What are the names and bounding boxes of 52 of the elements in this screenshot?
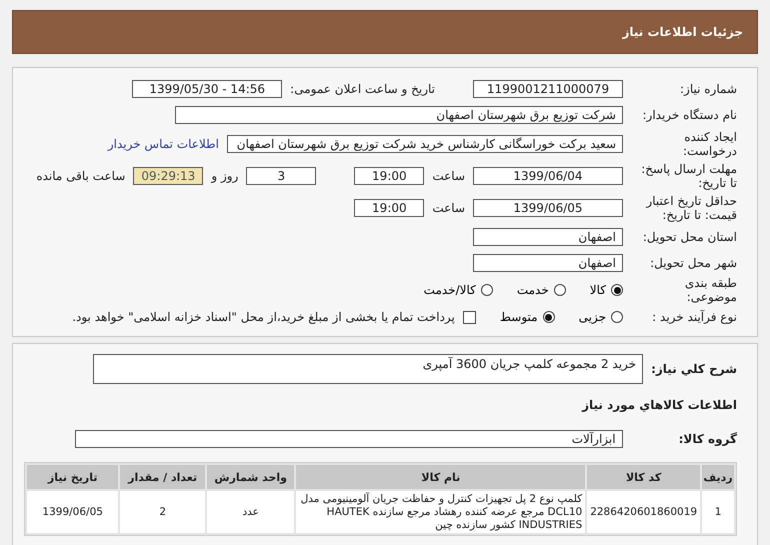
need-number-field[interactable]: 1199001211000079: [473, 80, 623, 98]
field-label: طبقه بندی موضوعی:: [684, 276, 737, 304]
field-label: نام دستگاه خریدار:: [642, 108, 737, 122]
province-field[interactable]: اصفهان: [473, 228, 623, 246]
time-field[interactable]: 19:00: [354, 167, 424, 185]
field-label: تاریخ و ساعت اعلان عمومی:: [290, 82, 435, 96]
payment-note: پرداخت تمام یا بخشی از مبلغ خرید،از محل "اسناد خزانه اسلامی" خواهد بود.: [72, 310, 455, 324]
table-cell: کلمپ نوع 2 پل تجهیزات کنترل و حفاظت جریان آلومینیومی مدل DCL10 مرجع عرضه کننده رهشاد مرجع سازنده HAUTEK INDUSTRIES کشور سازنده چین: [296, 491, 586, 533]
time-field[interactable]: 19:00: [354, 199, 424, 217]
table-cell: 2286420601860019: [587, 491, 700, 533]
field-label: حداقل تاریخ اعتبار قیمت: تا تاریخ:: [644, 194, 737, 222]
date-field[interactable]: 1399/06/04: [473, 167, 623, 185]
creator-field[interactable]: سعید برکت خوراسگانی کارشناس خرید شرکت توزیع برق شهرستان اصفهان: [227, 135, 623, 153]
category-radio[interactable]: کالا/خدمت: [424, 283, 493, 297]
category-radio[interactable]: خدمت: [516, 283, 566, 297]
column-header: ردیف: [702, 465, 734, 489]
column-header: کد کالا: [587, 465, 700, 489]
announce-date-field[interactable]: 1399/05/30 - 14:56: [132, 80, 282, 98]
column-header: تعداد / مقدار: [120, 465, 205, 489]
category-radio[interactable]: کالا: [590, 283, 623, 297]
remaining-time-field[interactable]: 09:29:13: [133, 167, 204, 185]
column-header: واحد شمارش: [206, 465, 294, 489]
column-header: نام کالا: [296, 465, 586, 489]
contact-link[interactable]: اطلاعات تماس خریدار: [108, 137, 219, 151]
field-label: مهلت ارسال پاسخ: تا تاریخ:: [640, 162, 737, 190]
field-label: شماره نیاز:: [679, 82, 737, 96]
city-field[interactable]: اصفهان: [473, 254, 623, 272]
goods-group-field[interactable]: ابزارآلات: [74, 430, 623, 448]
field-label: شهر محل تحویل:: [649, 256, 737, 270]
table-cell: 1: [702, 491, 734, 533]
field-label: ساعت باقی مانده: [36, 169, 126, 183]
field-label: ایجاد کننده درخواست:: [682, 130, 737, 158]
buyer-field[interactable]: شرکت توزیع برق شهرستان اصفهان: [175, 106, 623, 124]
payment-checkbox[interactable]: [462, 310, 476, 324]
page-header: جزئیات اطلاعات نیاز: [12, 10, 758, 54]
date-field[interactable]: 1399/06/05: [473, 199, 623, 217]
process-radio[interactable]: متوسط: [500, 310, 555, 324]
field-label: شرح کلي نياز:: [651, 362, 737, 376]
table-cell: عدد: [206, 491, 294, 533]
column-header: تاریخ نیاز: [27, 465, 118, 489]
days-field[interactable]: 3: [246, 167, 316, 185]
table-cell: 1399/06/05: [27, 491, 118, 533]
process-radio[interactable]: جزیی: [578, 310, 623, 324]
field-label: روز و: [211, 169, 238, 183]
field-label: نوع فرآیند خرید :: [651, 310, 737, 324]
field-label: استان محل تحویل:: [642, 230, 737, 244]
field-label: گروه کالا:: [678, 432, 737, 446]
summary-field[interactable]: خرید 2 مجموعه کلمپ جریان 3600 آمپری: [93, 354, 644, 384]
table-cell: 2: [120, 491, 205, 533]
section-heading: اطلاعات کالاهاي مورد نياز: [582, 398, 737, 412]
field-label: ساعت: [432, 201, 465, 215]
field-label: ساعت: [432, 169, 465, 183]
